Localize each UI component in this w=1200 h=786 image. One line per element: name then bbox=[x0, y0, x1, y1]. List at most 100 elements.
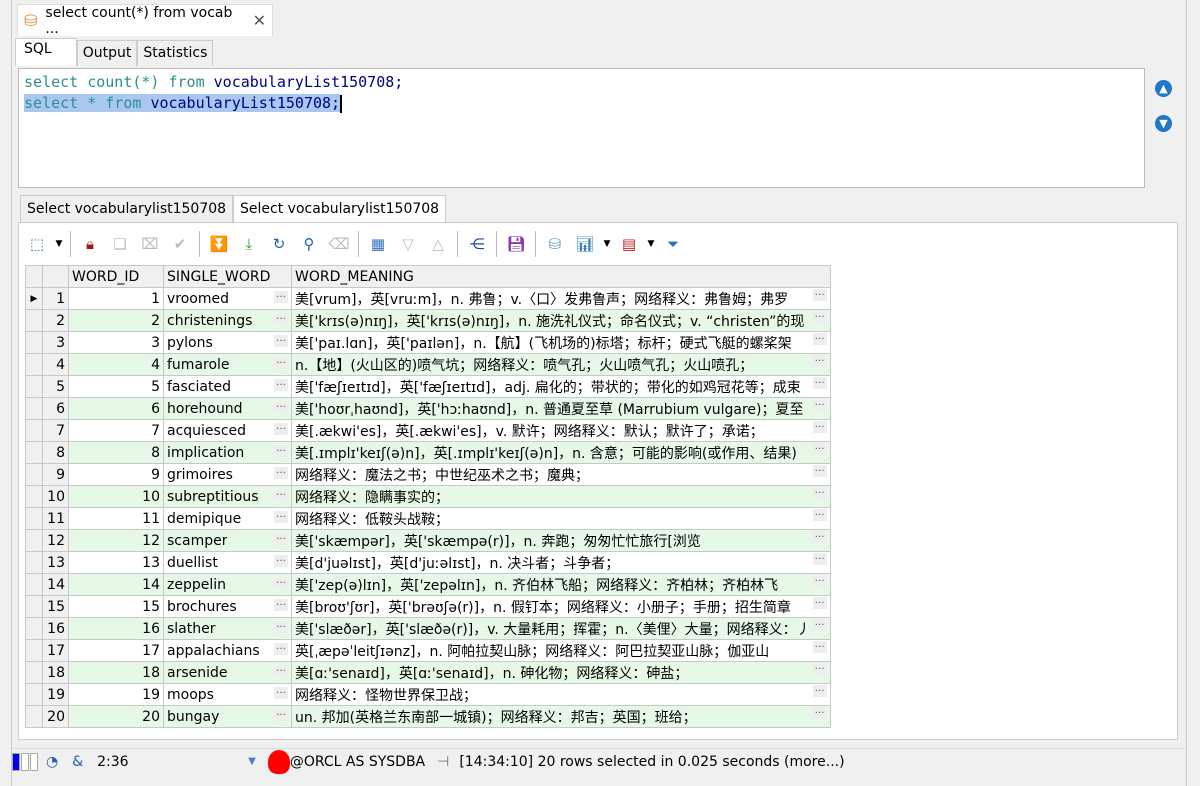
ellipsis-button[interactable]: … bbox=[274, 707, 288, 721]
ellipsis-button[interactable]: … bbox=[812, 684, 827, 697]
table-row[interactable]: 16 16 slather … 美['slæðər]，英['slæðə(r)]，v… bbox=[25, 617, 831, 640]
ellipsis-button[interactable]: … bbox=[812, 706, 827, 719]
cell-word-id[interactable]: 3 bbox=[68, 331, 164, 354]
ellipsis-button[interactable]: … bbox=[274, 553, 288, 567]
ellipsis-button[interactable]: … bbox=[274, 487, 288, 501]
cell-single-word[interactable]: vroomed… bbox=[163, 287, 292, 310]
ellipsis-button[interactable]: … bbox=[812, 530, 827, 543]
ellipsis-button[interactable]: … bbox=[274, 575, 288, 589]
fetch-last-icon[interactable]: ⤓ bbox=[234, 230, 264, 258]
close-icon[interactable]: ✕ bbox=[253, 11, 266, 30]
cell-single-word[interactable]: scamper… bbox=[163, 529, 292, 552]
cell-word-id[interactable]: 17 bbox=[68, 639, 164, 662]
ellipsis-button[interactable]: … bbox=[812, 332, 827, 345]
cell-word-id[interactable]: 12 bbox=[68, 529, 164, 552]
ellipsis-button[interactable]: … bbox=[812, 640, 827, 653]
ellipsis-button[interactable]: … bbox=[812, 618, 827, 631]
triangle-up-icon[interactable]: △ bbox=[423, 230, 453, 258]
ellipsis-button[interactable]: … bbox=[812, 508, 827, 521]
cell-word-id[interactable]: 1 bbox=[68, 287, 164, 310]
cell-single-word[interactable]: demipique… bbox=[163, 507, 292, 530]
cell-word-id[interactable]: 7 bbox=[68, 419, 164, 442]
cell-single-word[interactable]: pylons… bbox=[163, 331, 292, 354]
cell-single-word[interactable]: grimoires… bbox=[163, 463, 292, 486]
table-row[interactable]: 6 6 horehound … 美['hoʊrˌhaʊnd]，英['hɔːhaʊn… bbox=[25, 397, 831, 420]
cell-word-meaning[interactable]: 美['skæmpər]，英['skæmpə(r)]，n. 奔跑；匆匆忙忙旅行[浏… bbox=[291, 529, 831, 552]
cell-word-id[interactable]: 8 bbox=[68, 441, 164, 464]
chevron-down-icon[interactable]: ▼ bbox=[52, 230, 66, 258]
triangle-down-icon[interactable]: ▽ bbox=[393, 230, 423, 258]
table-row[interactable]: 2 2 christenings … 美['krɪs(ə)nɪŋ]，英['krɪs… bbox=[25, 309, 831, 332]
table-icon[interactable]: ▤ bbox=[614, 230, 644, 258]
ellipsis-button[interactable]: … bbox=[274, 443, 288, 457]
table-row[interactable]: 11 11 demipique… 网络释义：低鞍头战鞍；… bbox=[25, 507, 831, 530]
cell-word-id[interactable]: 4 bbox=[68, 353, 164, 376]
chevron-down-icon[interactable]: ▼ bbox=[600, 230, 614, 258]
cell-word-meaning[interactable]: 网络释义：低鞍头战鞍；… bbox=[291, 507, 831, 530]
ellipsis-button[interactable]: … bbox=[812, 420, 827, 433]
table-row[interactable]: 3 3 pylons … 美['paɪ.lɑn]，英['paɪlən]，n.【航】… bbox=[25, 331, 831, 354]
export-icon[interactable]: ⛁ bbox=[540, 230, 570, 258]
connection-dropdown[interactable]: ▼ bbox=[248, 756, 256, 767]
ellipsis-button[interactable]: … bbox=[812, 596, 827, 609]
cell-word-meaning[interactable]: 美['slæðər]，英['slæðə(r)]，v. 大量耗用；挥霍；n.〈美俚… bbox=[291, 617, 831, 640]
ellipsis-button[interactable]: … bbox=[274, 641, 288, 655]
fetch-next-icon[interactable]: ⏬ bbox=[204, 230, 234, 258]
ellipsis-button[interactable]: … bbox=[274, 377, 288, 391]
cell-word-meaning[interactable]: 美[.ɪmplɪ'keɪʃ(ə)n]，英[.ɪmplɪ'keɪʃ(ə)n]，n.… bbox=[291, 441, 831, 464]
status-message[interactable]: [14:34:10] 20 rows selected in 0.025 sec… bbox=[459, 754, 844, 770]
cell-word-id[interactable]: 6 bbox=[68, 397, 164, 420]
ellipsis-button[interactable]: … bbox=[812, 662, 827, 675]
delete-record-icon[interactable]: ⌧ bbox=[135, 230, 165, 258]
ellipsis-button[interactable]: … bbox=[274, 619, 288, 633]
cell-word-id[interactable]: 10 bbox=[68, 485, 164, 508]
result-tab-2[interactable]: Select vocabularylist150708 bbox=[233, 195, 447, 223]
table-row[interactable]: 4 4 fumarole … n.【地】(火山区的)喷气坑；网络释义：喷气孔；火山… bbox=[25, 353, 831, 376]
tree-icon[interactable]: ⋲ bbox=[462, 230, 492, 258]
cell-word-id[interactable]: 9 bbox=[68, 463, 164, 486]
ellipsis-button[interactable]: … bbox=[274, 663, 288, 677]
select-icon[interactable]: ⬚ bbox=[22, 230, 52, 258]
cell-single-word[interactable]: zeppelin… bbox=[163, 573, 292, 596]
cell-single-word[interactable]: duellist… bbox=[163, 551, 292, 574]
table-row[interactable]: 13 13 duellist … 美[d'juəlɪst]，英[d'juːəlɪs… bbox=[25, 551, 831, 574]
ellipsis-button[interactable]: … bbox=[812, 310, 827, 323]
sql-editor[interactable]: select count(*) from vocabularyList15070… bbox=[18, 68, 1145, 188]
table-row[interactable]: 15 15 brochures … 美[broʊ'ʃʊr]，英['brəʊʃə(r… bbox=[25, 595, 831, 618]
table-row[interactable]: 5 5 fasciated … 美['fæʃɪeɪtɪd]，英['fæʃɪeɪtɪ… bbox=[25, 375, 831, 398]
chevron-down-icon[interactable]: ▼ bbox=[644, 230, 658, 258]
ellipsis-button[interactable]: … bbox=[274, 509, 288, 523]
cell-single-word[interactable]: moops… bbox=[163, 683, 292, 706]
cell-single-word[interactable]: christenings… bbox=[163, 309, 292, 332]
column-header-single-word[interactable]: SINGLE_WORD bbox=[163, 265, 292, 288]
column-header-word-meaning[interactable]: WORD_MEANING bbox=[291, 265, 831, 288]
ellipsis-button[interactable]: … bbox=[274, 465, 288, 479]
cell-single-word[interactable]: subreptitious… bbox=[163, 485, 292, 508]
cell-single-word[interactable]: brochures… bbox=[163, 595, 292, 618]
cell-word-id[interactable]: 13 bbox=[68, 551, 164, 574]
cell-single-word[interactable]: acquiesced… bbox=[163, 419, 292, 442]
tab-sql[interactable]: SQL bbox=[15, 38, 77, 66]
column-header-word-id[interactable]: WORD_ID bbox=[68, 265, 164, 288]
cell-word-meaning[interactable]: 美['hoʊrˌhaʊnd]，英['hɔːhaʊnd]，n. 普通夏至草 (Ma… bbox=[291, 397, 831, 420]
cell-word-meaning[interactable]: 网络释义：怪物世界保卫战；… bbox=[291, 683, 831, 706]
table-row[interactable]: 7 7 acquiesced … 美[.ækwi'es]，英[.ækwi'es]，… bbox=[25, 419, 831, 442]
cell-word-meaning[interactable]: 美['fæʃɪeɪtɪd]，英['fæʃɪeɪtɪd]，adj. 扁化的；带状的… bbox=[291, 375, 831, 398]
cell-word-meaning[interactable]: 英[ˌæpəˈleitʃɪənz]，n. 阿帕拉契山脉；网络释义：阿巴拉契亚山脉… bbox=[291, 639, 831, 662]
ellipsis-button[interactable]: … bbox=[812, 376, 827, 389]
ellipsis-button[interactable]: … bbox=[812, 464, 827, 477]
ellipsis-button[interactable]: … bbox=[812, 486, 827, 499]
cell-word-meaning[interactable]: 美[broʊ'ʃʊr]，英['brəʊʃə(r)]，n. 假钉本；网络释义：小册… bbox=[291, 595, 831, 618]
arrow-up-icon[interactable]: ▲ bbox=[1155, 80, 1172, 97]
table-row[interactable]: ▶ 1 1 vroomed … 美[vrum]，英[vruːm]，n. 弗鲁；v.… bbox=[25, 287, 831, 310]
ellipsis-button[interactable]: … bbox=[274, 685, 288, 699]
ellipsis-button[interactable]: … bbox=[812, 398, 827, 411]
document-tab[interactable]: ⛁ select count(*) from vocab ... ✕ bbox=[17, 4, 273, 37]
cell-word-meaning[interactable]: 美[ɑː'senaɪd]，英[ɑː'senaɪd]，n. 砷化物；网络释义：砷盐… bbox=[291, 661, 831, 684]
table-row[interactable]: 8 8 implication … 美[.ɪmplɪ'keɪʃ(ə)n]，英[.ɪ… bbox=[25, 441, 831, 464]
cell-word-id[interactable]: 5 bbox=[68, 375, 164, 398]
filter-icon[interactable]: ⏷ bbox=[658, 230, 688, 258]
ellipsis-button[interactable]: … bbox=[274, 531, 288, 545]
cell-word-meaning[interactable]: 网络释义：隐瞒事实的；… bbox=[291, 485, 831, 508]
ellipsis-button[interactable]: … bbox=[812, 354, 827, 367]
